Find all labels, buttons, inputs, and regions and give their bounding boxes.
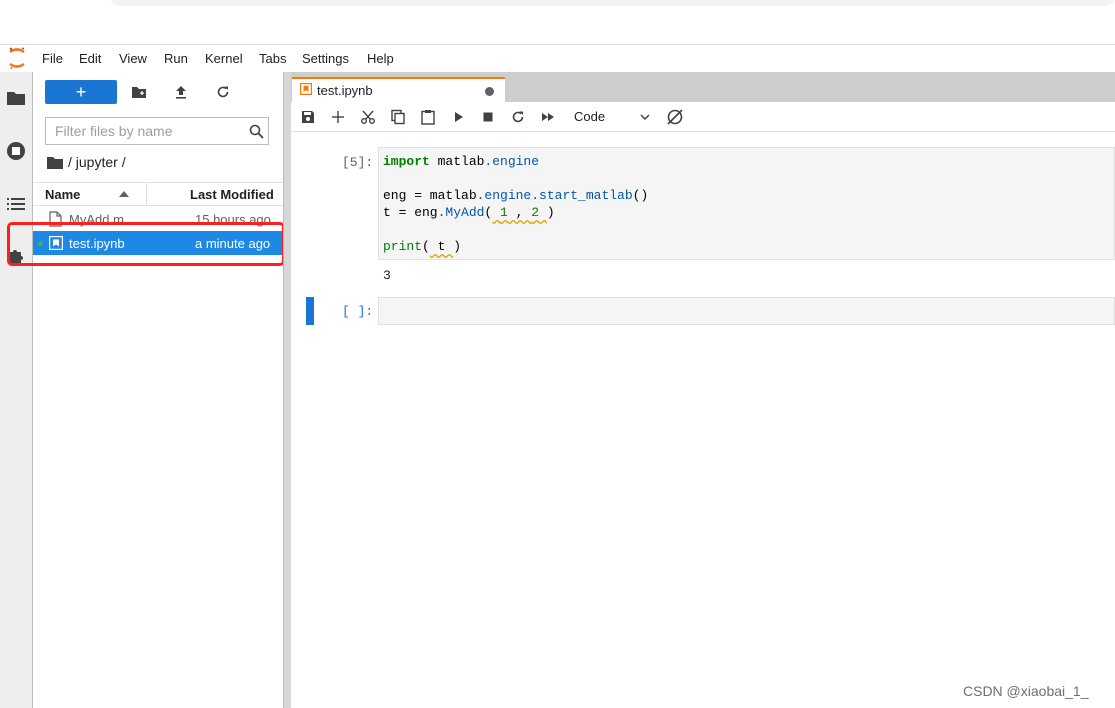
active-cell-indicator[interactable] [306,297,314,325]
run-icon[interactable] [451,109,467,125]
browser-chrome [0,0,1115,45]
stop-icon[interactable] [480,109,496,125]
menu-file[interactable]: File [42,51,63,66]
cell-type-select[interactable]: Code [574,109,605,124]
browser-address-bar[interactable] [110,0,1115,6]
sort-ascending-icon[interactable] [119,190,129,197]
kernel-status-icon[interactable] [666,108,684,126]
panel-splitter[interactable] [283,72,291,708]
copy-icon[interactable] [390,109,406,125]
notebook-tab-icon [300,83,312,95]
watermark: CSDN @xiaobai_1_ [963,683,1089,699]
cell-prompt: [ ]: [342,304,374,319]
table-of-contents-icon[interactable] [6,194,26,214]
running-sessions-icon[interactable] [6,141,26,161]
menu-edit[interactable]: Edit [79,51,101,66]
upload-icon[interactable] [173,84,189,100]
empty-code-cell-input[interactable] [378,297,1115,325]
refresh-icon[interactable] [215,84,231,100]
breadcrumb[interactable]: / jupyter / [68,154,126,170]
add-cell-icon[interactable] [330,109,346,125]
menu-kernel[interactable]: Kernel [205,51,243,66]
cell-output: 3 [383,268,391,283]
new-launcher-button[interactable]: + [45,80,117,104]
code-line: t = eng.MyAdd( 1 , 2 ) [383,205,555,220]
column-name-header[interactable]: Name [45,187,80,202]
tab-title: test.ipynb [317,83,373,98]
new-folder-icon[interactable] [131,84,147,100]
cell-prompt: [5]: [342,155,374,170]
menu-help[interactable]: Help [367,51,394,66]
menu-settings[interactable]: Settings [302,51,349,66]
chevron-down-icon[interactable] [640,113,650,121]
paste-icon[interactable] [420,109,436,125]
column-divider[interactable] [146,182,147,206]
unsaved-dot-icon[interactable] [485,87,494,96]
restart-run-all-icon[interactable] [540,109,556,125]
activity-bar [0,72,33,708]
annotation-highlight-box [7,222,285,266]
breadcrumb-folder-icon[interactable] [47,156,63,170]
restart-kernel-icon[interactable] [510,109,526,125]
filter-files-field[interactable] [45,117,269,145]
menu-view[interactable]: View [119,51,147,66]
notebook-toolbar [291,102,1115,132]
column-modified-header[interactable]: Last Modified [190,187,274,202]
code-line: print( t ) [383,239,462,254]
filter-files-input[interactable] [46,118,245,144]
jupyter-logo-icon [9,47,25,70]
folder-icon[interactable] [6,88,26,108]
search-icon[interactable] [249,124,264,139]
menu-run[interactable]: Run [164,51,188,66]
code-line: eng = matlab.engine.start_matlab() [383,188,649,203]
save-icon[interactable] [300,109,316,125]
code-line: import matlab.engine [383,154,540,169]
cut-icon[interactable] [360,109,376,125]
menu-tabs[interactable]: Tabs [259,51,286,66]
